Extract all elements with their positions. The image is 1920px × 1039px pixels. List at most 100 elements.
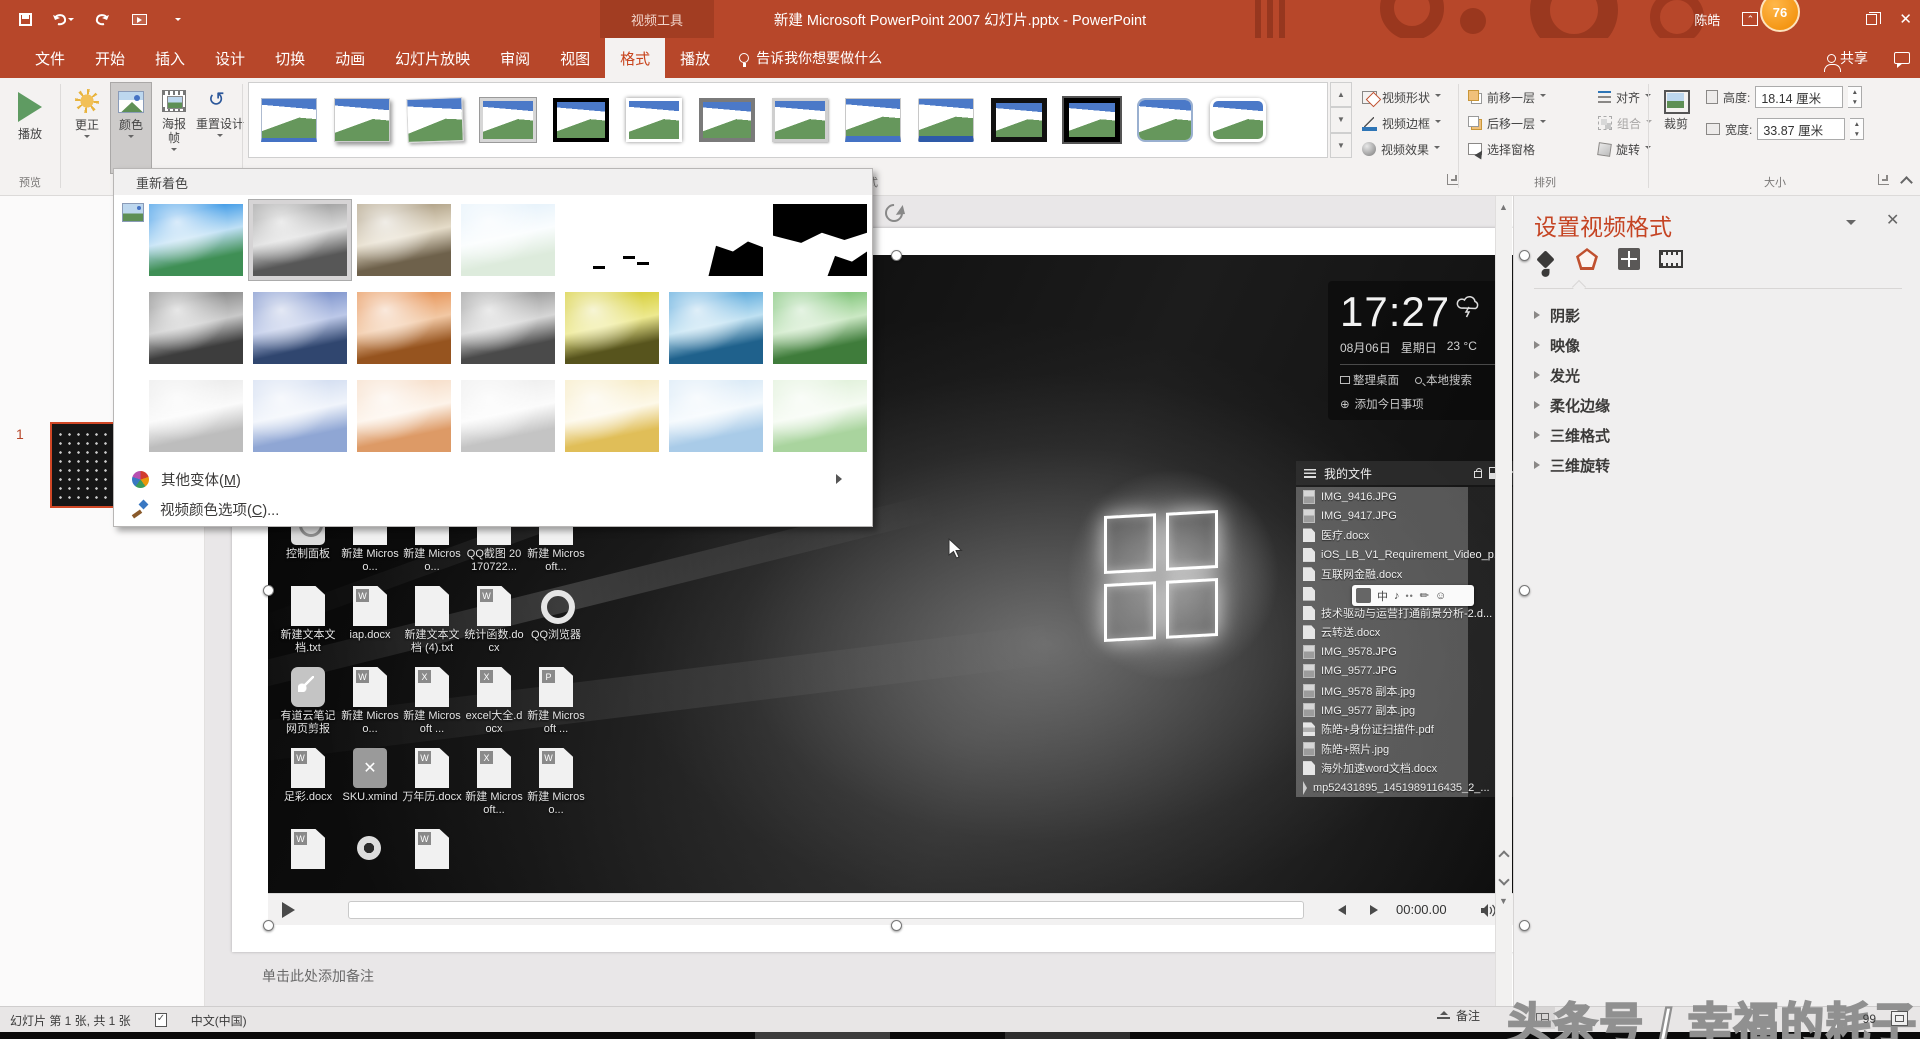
video-style-thumb[interactable] — [1137, 98, 1193, 142]
collapse-ribbon-button[interactable] — [1900, 176, 1913, 189]
fill-line-tab[interactable] — [1532, 246, 1558, 272]
undo-button[interactable] — [52, 7, 74, 31]
recolor-swatch[interactable] — [565, 292, 659, 364]
size-properties-tab[interactable] — [1616, 246, 1642, 272]
video-style-thumb[interactable] — [845, 98, 901, 142]
next-slide-button[interactable] — [1498, 874, 1510, 886]
tab-动画[interactable]: 动画 — [320, 38, 380, 78]
width-input[interactable]: 33.87 厘米 — [1757, 118, 1846, 140]
more-variants-item[interactable]: 其他变体(M) — [114, 464, 872, 494]
language-status[interactable]: 中文(中国) — [191, 1012, 247, 1029]
tab-插入[interactable]: 插入 — [140, 38, 200, 78]
recolor-swatch[interactable] — [253, 380, 347, 452]
selection-handle-middle-left[interactable] — [263, 585, 274, 596]
recolor-swatch[interactable] — [461, 380, 555, 452]
recolor-swatch[interactable] — [773, 204, 867, 276]
selection-handle-top-middle[interactable] — [891, 250, 902, 261]
previous-slide-button[interactable] — [1498, 850, 1510, 862]
tab-切换[interactable]: 切换 — [260, 38, 320, 78]
comments-icon[interactable] — [1894, 52, 1910, 68]
recolor-swatch[interactable] — [565, 204, 659, 276]
pane-section[interactable]: 三维格式 — [1534, 420, 1902, 450]
effects-tab[interactable] — [1574, 246, 1600, 272]
gallery-up-button[interactable]: ▲ — [1330, 82, 1352, 108]
send-backward-button[interactable]: 后移一层 — [1468, 112, 1547, 134]
size-dialog-launcher[interactable] — [1878, 174, 1889, 185]
pane-close-button[interactable]: ✕ — [1886, 210, 1899, 230]
width-spinner[interactable]: ▲ ▼ — [1850, 118, 1865, 140]
recolor-swatch[interactable] — [773, 380, 867, 452]
video-style-thumb[interactable] — [772, 98, 828, 142]
selection-handle-bottom-left[interactable] — [263, 920, 274, 931]
pane-section[interactable]: 发光 — [1534, 360, 1902, 390]
video-style-thumb[interactable] — [406, 97, 464, 143]
reset-design-button[interactable]: ↺ 重置设计 — [194, 82, 246, 140]
pane-section[interactable]: 阴影 — [1534, 300, 1902, 330]
video-style-thumb[interactable] — [334, 98, 390, 142]
color-button[interactable]: 颜色 — [110, 82, 152, 174]
crop-button[interactable]: 裁剪 — [1654, 82, 1698, 131]
share-button[interactable]: 共享 — [1824, 48, 1868, 72]
height-input[interactable]: 18.14 厘米 — [1755, 86, 1844, 108]
tab-格式[interactable]: 格式 — [605, 38, 666, 78]
tab-开始[interactable]: 开始 — [80, 38, 140, 78]
video-tab[interactable] — [1658, 246, 1684, 272]
recolor-swatch[interactable] — [149, 204, 243, 276]
fit-slide-button[interactable] — [1891, 1011, 1908, 1026]
tab-设计[interactable]: 设计 — [200, 38, 260, 78]
customize-qat-button[interactable] — [166, 7, 188, 31]
group-button[interactable]: 组合 — [1598, 112, 1653, 134]
video-style-thumb[interactable] — [626, 98, 682, 142]
tab-文件[interactable]: 文件 — [20, 38, 80, 78]
recolor-swatch[interactable] — [149, 380, 243, 452]
rotate-handle[interactable] — [881, 200, 907, 226]
video-progress-bar[interactable] — [348, 901, 1304, 919]
gallery-more-button[interactable]: ▼ — [1330, 132, 1352, 158]
editor-scrollbar[interactable]: ▲ ▼ — [1495, 196, 1512, 1006]
tab-幻灯片放映[interactable]: 幻灯片放映 — [380, 38, 485, 78]
video-shape-button[interactable]: 视频形状 — [1362, 86, 1442, 108]
recolor-swatch[interactable] — [149, 292, 243, 364]
styles-dialog-launcher[interactable] — [1447, 174, 1458, 185]
video-style-thumb[interactable] — [991, 98, 1047, 142]
pane-section[interactable]: 柔化边缘 — [1534, 390, 1902, 420]
selection-handle-top-right[interactable] — [1519, 250, 1530, 261]
video-style-thumb[interactable] — [918, 98, 974, 142]
recolor-swatch[interactable] — [357, 204, 451, 276]
recolor-swatch[interactable] — [249, 200, 351, 280]
pane-options-chevron[interactable] — [1846, 220, 1856, 230]
selection-pane-button[interactable]: 选择窗格 — [1468, 138, 1535, 160]
recolor-swatch[interactable] — [669, 204, 763, 276]
video-forward-button[interactable] — [1370, 905, 1378, 915]
recolor-swatch[interactable] — [565, 380, 659, 452]
start-slideshow-button[interactable] — [128, 7, 150, 31]
tab-播放[interactable]: 播放 — [665, 38, 725, 78]
recolor-swatch[interactable] — [357, 380, 451, 452]
video-style-thumb[interactable] — [261, 98, 317, 142]
notes-placeholder[interactable]: 单击此处添加备注 — [262, 966, 374, 986]
restore-window-button[interactable] — [1866, 11, 1882, 25]
video-style-thumb[interactable] — [699, 98, 755, 142]
selection-handle-bottom-right[interactable] — [1519, 920, 1530, 931]
slide-info[interactable]: 幻灯片 第 1 张, 共 1 张 — [10, 1012, 131, 1029]
close-window-button[interactable]: ✕ — [1899, 10, 1912, 28]
tab-审阅[interactable]: 审阅 — [485, 38, 545, 78]
recolor-swatch[interactable] — [669, 292, 763, 364]
notes-toggle-button[interactable]: 备注 — [1436, 1007, 1480, 1024]
video-style-thumb[interactable] — [1210, 98, 1266, 142]
tab-视图[interactable]: 视图 — [545, 38, 605, 78]
pane-section[interactable]: 三维旋转 — [1534, 450, 1902, 480]
recolor-swatch[interactable] — [253, 292, 347, 364]
selection-handle-middle-right[interactable] — [1519, 585, 1530, 596]
height-spinner[interactable]: ▲ ▼ — [1848, 86, 1863, 108]
corrections-button[interactable]: 更正 — [66, 82, 108, 141]
selection-handle-bottom-middle[interactable] — [891, 920, 902, 931]
recolor-swatch[interactable] — [357, 292, 451, 364]
gallery-down-button[interactable]: ▼ — [1330, 107, 1352, 133]
video-style-thumb[interactable] — [553, 98, 609, 142]
video-style-thumb[interactable] — [1062, 96, 1122, 144]
proofing-icon[interactable] — [154, 1013, 167, 1027]
pane-section[interactable]: 映像 — [1534, 330, 1902, 360]
poster-frame-button[interactable]: 海报帧 — [154, 82, 194, 154]
recolor-swatch[interactable] — [773, 292, 867, 364]
